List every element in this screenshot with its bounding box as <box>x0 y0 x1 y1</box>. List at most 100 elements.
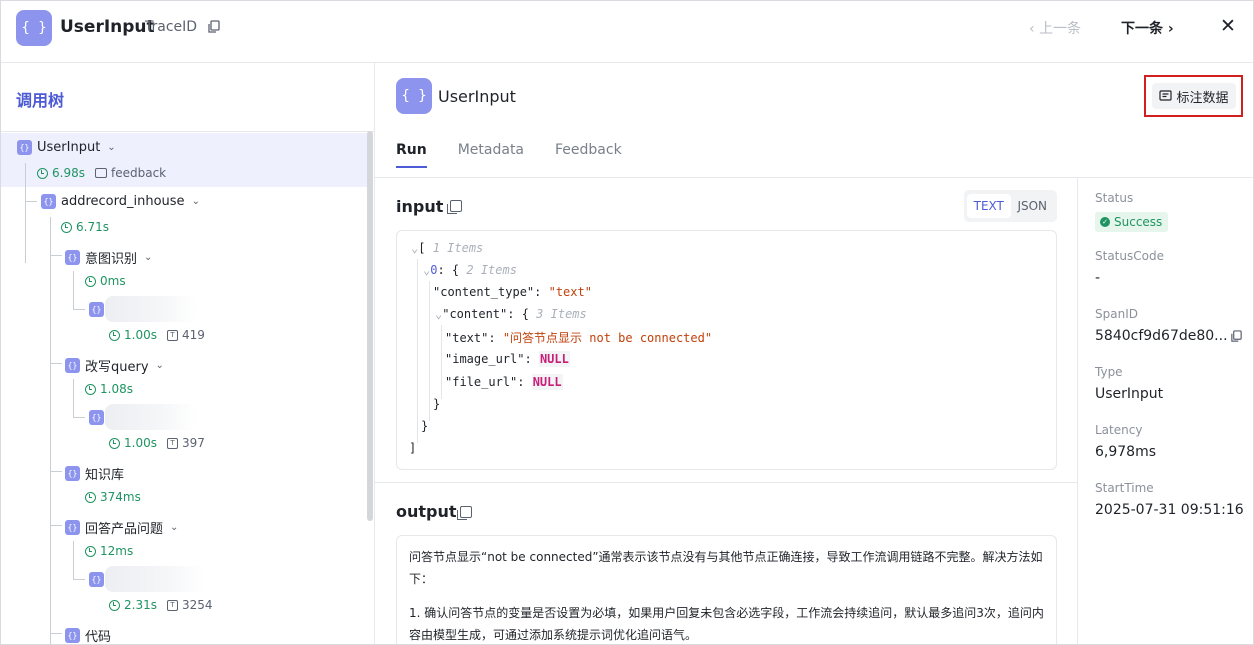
braces-icon: {} <box>41 194 56 209</box>
check-icon: ✓ <box>1100 217 1110 227</box>
latency-label: Latency <box>1095 423 1143 437</box>
spanid-label: SpanID <box>1095 307 1138 321</box>
divider <box>1 131 374 132</box>
tree-connector <box>50 525 62 526</box>
json-line: } <box>433 397 441 411</box>
chevron-down-icon[interactable]: ⌄ <box>156 360 164 371</box>
run-content: input TEXT JSON ⌄[ 1 Items ⌄0: { 2 Items… <box>375 178 1077 644</box>
header: { } UserInput TraceID ‹ 上一条 下一条 › ✕ <box>1 1 1253 63</box>
braces-icon: {} <box>65 358 80 373</box>
type-label: Type <box>1095 365 1123 379</box>
input-json-viewer: ⌄[ 1 Items ⌄0: { 2 Items "content_type":… <box>396 230 1057 470</box>
json-line[interactable]: ⌄0: { 2 Items <box>423 263 517 277</box>
starttime-label: StartTime <box>1095 481 1154 495</box>
tree-connector <box>73 309 85 310</box>
json-line[interactable]: ⌄[ 1 Items <box>411 241 483 255</box>
tree-title: 调用树 <box>16 91 65 110</box>
tab-bar: Run Metadata Feedback <box>396 142 622 168</box>
span-title: UserInput <box>438 87 516 106</box>
trace-id-label: TraceID <box>145 19 198 35</box>
next-button[interactable]: 下一条 › <box>1121 18 1174 38</box>
blurred-label <box>105 296 197 322</box>
trace-detail-window: { } UserInput TraceID ‹ 上一条 下一条 › ✕ 调用树 <box>0 0 1254 645</box>
tab-metadata[interactable]: Metadata <box>458 142 524 168</box>
prev-button[interactable]: ‹ 上一条 <box>1029 18 1081 38</box>
indent-guide <box>441 325 442 399</box>
tree-connector <box>73 271 74 309</box>
latency-value: 6,978ms <box>1095 444 1157 460</box>
tab-feedback[interactable]: Feedback <box>555 142 622 168</box>
statuscode-value: - <box>1095 270 1101 286</box>
divider <box>375 482 1077 483</box>
clock-icon <box>85 383 96 395</box>
json-line: "content_type": "text" <box>433 285 592 299</box>
clock-icon <box>109 437 120 449</box>
tree-connector <box>50 633 62 634</box>
span-info-sidebar: Status ✓ Success StatusCode - SpanID 584… <box>1077 178 1253 644</box>
json-line[interactable]: ⌄"content": { 3 Items <box>435 307 587 321</box>
tree-connector <box>73 541 74 579</box>
tree-node-rewrite[interactable]: {} 改写query ⌄ <box>65 356 164 375</box>
annotate-data-button[interactable]: 标注数据 <box>1152 83 1236 109</box>
tree-node-llm[interactable]: {} <box>89 410 104 425</box>
tree-node-code[interactable]: {} 代码 <box>65 626 111 644</box>
node-meta: 12ms <box>85 544 133 558</box>
input-title: input <box>396 197 444 216</box>
token-icon: T <box>166 329 178 341</box>
braces-icon: {} <box>65 628 80 643</box>
braces-icon: {} <box>65 250 80 265</box>
chevron-down-icon[interactable]: ⌄ <box>192 196 200 207</box>
json-line: "text": "问答节点显示 not be connected" <box>445 331 713 345</box>
json-line: "file_url": NULL <box>445 374 563 390</box>
braces-icon: {} <box>65 520 80 535</box>
tree-node-knowledge[interactable]: {} 知识库 <box>65 464 124 483</box>
tree-connector <box>50 363 62 364</box>
tree-node-llm[interactable]: {} <box>89 572 104 587</box>
chevron-down-icon[interactable]: ⌄ <box>107 142 115 153</box>
view-toggle: TEXT JSON <box>964 190 1057 222</box>
tree-node-addrecord[interactable]: {} addrecord_inhouse ⌄ <box>41 194 200 209</box>
chevron-down-icon[interactable]: ⌄ <box>144 252 152 263</box>
copy-icon[interactable] <box>207 20 221 34</box>
blurred-label <box>105 404 197 430</box>
tree-connector <box>50 255 62 256</box>
node-meta: 374ms <box>85 490 141 504</box>
close-icon[interactable]: ✕ <box>1218 16 1238 36</box>
clock-icon <box>85 275 96 287</box>
blurred-label <box>105 566 205 592</box>
braces-icon: {} <box>17 140 32 155</box>
output-title: output <box>396 502 457 521</box>
tree-scrollbar[interactable] <box>367 131 373 521</box>
tree-node-userinput[interactable]: {} UserInput ⌄ <box>17 140 116 155</box>
status-label: Status <box>1095 191 1134 205</box>
call-tree-panel: 调用树 {} UserInput ⌄ 6.98s feedback {} add… <box>1 63 375 644</box>
chevron-down-icon[interactable]: ⌄ <box>170 522 178 533</box>
node-meta: 1.08s <box>85 382 133 396</box>
spanid-value: 5840cf9d67de80... <box>1095 328 1228 344</box>
view-json-option[interactable]: JSON <box>1011 194 1055 218</box>
json-line: "image_url": NULL <box>445 351 570 367</box>
token-icon: T <box>166 437 178 449</box>
node-meta: 6.71s <box>61 220 109 234</box>
copy-icon[interactable] <box>1230 330 1243 343</box>
braces-icon: {} <box>89 410 104 425</box>
copy-icon[interactable] <box>457 506 472 520</box>
clock-icon <box>85 545 96 557</box>
statuscode-label: StatusCode <box>1095 249 1164 263</box>
tree-node-llm[interactable]: {} <box>89 302 104 317</box>
tree-connector <box>73 379 74 417</box>
clock-icon <box>85 491 96 503</box>
tree-connector <box>50 471 62 472</box>
token-icon: T <box>166 599 178 611</box>
tree-node-answer[interactable]: {} 回答产品问题 ⌄ <box>65 518 178 537</box>
clock-icon <box>61 221 72 233</box>
view-text-option[interactable]: TEXT <box>967 194 1011 218</box>
braces-icon: {} <box>65 466 80 481</box>
tree-node-intent[interactable]: {} 意图识别 ⌄ <box>65 248 152 267</box>
braces-icon: {} <box>89 572 104 587</box>
copy-icon[interactable] <box>447 200 462 214</box>
starttime-value: 2025-07-31 09:51:16 <box>1095 502 1244 518</box>
tab-run[interactable]: Run <box>396 142 427 168</box>
json-line: ] <box>409 441 417 455</box>
page-title: UserInput <box>60 17 155 37</box>
